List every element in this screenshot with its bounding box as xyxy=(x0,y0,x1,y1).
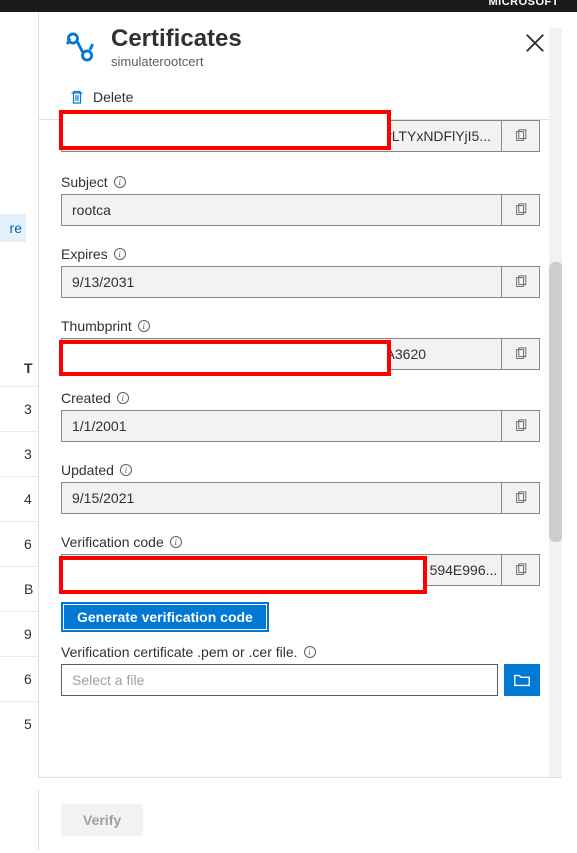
copy-button[interactable] xyxy=(502,120,540,152)
expires-label: Expires xyxy=(61,246,108,262)
copy-icon xyxy=(514,491,528,505)
info-icon[interactable]: i xyxy=(304,646,316,658)
close-icon[interactable] xyxy=(524,32,546,54)
updated-label: Updated xyxy=(61,462,114,478)
copy-button[interactable] xyxy=(502,482,540,514)
file-placeholder: Select a file xyxy=(72,672,144,688)
table-row: B xyxy=(0,566,38,611)
file-input[interactable]: Select a file xyxy=(61,664,498,696)
subject-field: rootca xyxy=(61,194,502,226)
table-row: 6 xyxy=(0,521,38,566)
trash-icon xyxy=(69,89,85,105)
copy-button[interactable] xyxy=(502,410,540,442)
copy-button[interactable] xyxy=(502,194,540,226)
certificates-icon xyxy=(63,30,97,64)
updated-field: 9/15/2021 xyxy=(61,482,502,514)
org-label: MICROSOFT xyxy=(489,0,560,8)
topbar: MICROSOFT xyxy=(0,0,577,12)
subject-value: rootca xyxy=(72,202,111,218)
left-overview-link[interactable]: re xyxy=(0,214,26,242)
info-icon[interactable]: i xyxy=(114,248,126,260)
info-icon[interactable]: i xyxy=(117,392,129,404)
copy-button[interactable] xyxy=(502,266,540,298)
thumbprint-value-suffix: A3620 xyxy=(386,346,426,362)
thumbprint-field: XXXXXXXXXXXXXXXXXXXXXXXXXXXXXXXXXXXXXXXX… xyxy=(61,338,502,370)
subject-label: Subject xyxy=(61,174,108,190)
created-value: 1/1/2001 xyxy=(72,418,127,434)
expires-field: 9/13/2031 xyxy=(61,266,502,298)
copy-button[interactable] xyxy=(502,338,540,370)
verification-field: XXXXXXXXXXXXXXXXXXXXXXXXXXXXXXXXXXXXXXXX… xyxy=(61,554,502,586)
browse-button[interactable] xyxy=(504,664,540,696)
verification-label: Verification code xyxy=(61,534,164,550)
expires-value: 9/13/2031 xyxy=(72,274,134,290)
copy-icon xyxy=(514,275,528,289)
table-row: 3 xyxy=(0,431,38,476)
table-row: 6 xyxy=(0,656,38,701)
blade-title: Certificates xyxy=(111,26,242,52)
folder-icon xyxy=(513,671,531,689)
copy-icon xyxy=(514,563,528,577)
copy-icon xyxy=(514,129,528,143)
thumbprint-label: Thumbprint xyxy=(61,318,132,334)
info-icon[interactable]: i xyxy=(170,536,182,548)
verification-value-suffix: 594E996... xyxy=(430,562,498,578)
copy-icon xyxy=(514,203,528,217)
delete-label: Delete xyxy=(93,89,133,105)
generate-verification-button[interactable]: Generate verification code xyxy=(61,602,269,632)
id-value-suffix: vLTYxNDFlYjI5... xyxy=(385,128,491,144)
table-row: 4 xyxy=(0,476,38,521)
upload-label: Verification certificate .pem or .cer fi… xyxy=(61,644,298,660)
id-field: vLTYxNDFlYjI5... xyxy=(61,120,502,152)
table-header: T xyxy=(0,350,38,386)
table-row: 5 xyxy=(0,701,38,746)
updated-value: 9/15/2021 xyxy=(72,490,134,506)
created-field: 1/1/2001 xyxy=(61,410,502,442)
created-label: Created xyxy=(61,390,111,406)
blade-footer: Verify xyxy=(38,790,562,850)
table-row: 3 xyxy=(0,386,38,431)
certificates-blade: Certificates simulaterootcert Delete vLT… xyxy=(38,12,562,778)
info-icon[interactable]: i xyxy=(114,176,126,188)
copy-icon xyxy=(514,347,528,361)
copy-icon xyxy=(514,419,528,433)
blade-subtitle: simulaterootcert xyxy=(111,54,242,69)
table-row: 9 xyxy=(0,611,38,656)
verify-button[interactable]: Verify xyxy=(61,804,143,836)
info-icon[interactable]: i xyxy=(120,464,132,476)
copy-button[interactable] xyxy=(502,554,540,586)
delete-button[interactable]: Delete xyxy=(63,85,139,109)
background-table-fragment: T 3 3 4 6 B 9 6 5 xyxy=(0,350,38,746)
info-icon[interactable]: i xyxy=(138,320,150,332)
